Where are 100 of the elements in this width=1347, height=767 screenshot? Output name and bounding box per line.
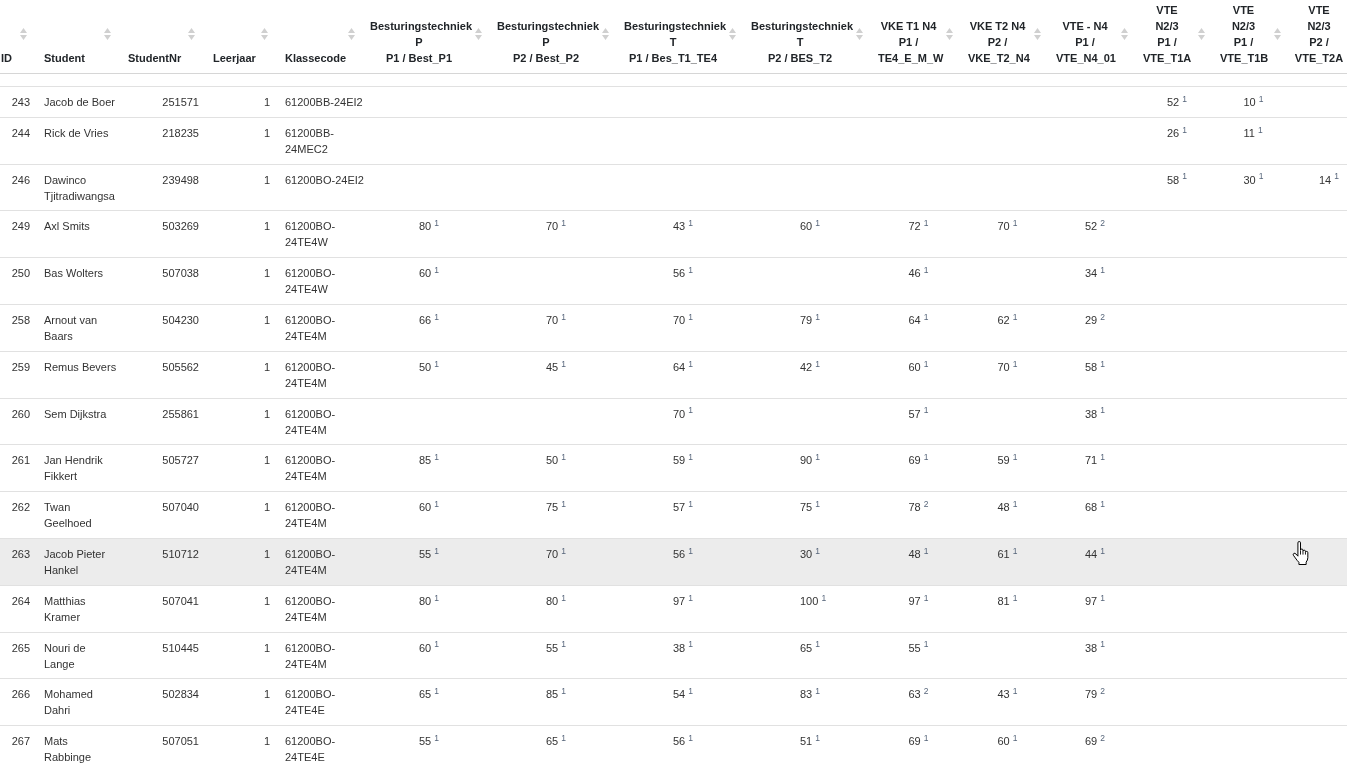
student-number: 510712	[162, 546, 199, 562]
study-year: 1	[263, 172, 270, 188]
grade-cell: 62 $^{1}$	[997, 312, 1018, 328]
sort-icon[interactable]	[602, 28, 609, 40]
study-year: 1	[263, 406, 270, 422]
student-name: Matthias Kramer	[44, 593, 87, 625]
student-name: Twan Geelhoed	[44, 500, 93, 532]
grade-cell: 65 $^{1}$	[800, 639, 821, 656]
student-number: 218235	[162, 125, 199, 141]
study-year: 1	[263, 687, 270, 703]
grade-cell: 100 $^{1}$	[800, 592, 827, 609]
row-id: 244	[11, 125, 30, 141]
grade-cell: 70 $^{1}$	[546, 545, 567, 562]
table-row[interactable]: 263 Jacob Pieter Hankel 510712 1 61200BO-24TE4M 55 $^{1}$ 70 $^{1}$ 56 $^{1}$ 30 $^{1}$ 48 $^{1}$ 61 $^{1}$ 44 $^{1}$	[0, 538, 1347, 586]
class-code: 61200BO-24TE4W	[285, 266, 337, 298]
student-number: 507041	[162, 593, 199, 609]
sort-icon[interactable]	[188, 28, 195, 40]
sort-icon[interactable]	[1034, 28, 1041, 40]
grade-cell: 57 $^{1}$	[908, 405, 929, 422]
grade-cell: 65 $^{1}$	[419, 686, 440, 703]
grade-cell: 64 $^{1}$	[908, 312, 929, 328]
grade-cell: 43 $^{1}$	[997, 686, 1018, 703]
student-name: Sem Dijkstra	[44, 406, 107, 422]
grade-cell: 79 $^{1}$	[800, 312, 821, 328]
grade-cell: 80 $^{1}$	[546, 592, 567, 609]
grade-cell: 70 $^{1}$	[997, 218, 1018, 235]
student-name: Bas Wolters	[44, 266, 104, 282]
grade-cell: 56 $^{1}$	[673, 265, 694, 282]
student-number: 507038	[162, 266, 199, 282]
student-number: 507051	[162, 734, 199, 750]
grade-cell: 58 $^{1}$	[1085, 358, 1106, 375]
grade-cell: 46 $^{1}$	[908, 265, 929, 282]
grade-cell: 71 $^{1}$	[1085, 452, 1106, 469]
study-year: 1	[263, 593, 270, 609]
student-name: Mats Rabbinge	[44, 734, 93, 766]
student-name: Jacob Pieter Hankel	[44, 546, 107, 578]
grade-cell: 57 $^{1}$	[673, 499, 694, 516]
grade-cell: 29 $^{2}$	[1085, 312, 1106, 328]
study-year: 1	[263, 266, 270, 282]
student-name: Rick de Vries	[44, 125, 109, 141]
grade-cell: 69 $^{1}$	[908, 733, 929, 750]
hand-cursor-icon	[1292, 541, 1309, 565]
grade-cell: 26 $^{1}$	[1167, 124, 1188, 141]
grade-cell: 60 $^{1}$	[419, 499, 440, 516]
grade-cell: 64 $^{1}$	[673, 358, 694, 375]
student-name: Remus Bevers	[44, 359, 117, 375]
sort-icon[interactable]	[20, 28, 27, 40]
sort-icon[interactable]	[104, 28, 111, 40]
student-number: 251571	[162, 95, 199, 110]
student-number: 507040	[162, 500, 199, 516]
grade-cell: 97 $^{1}$	[908, 592, 929, 609]
row-id: 267	[11, 734, 30, 750]
grade-cell: 97 $^{1}$	[1085, 592, 1106, 609]
sort-icon[interactable]	[1198, 28, 1205, 40]
sort-icon[interactable]	[1274, 28, 1281, 40]
study-year: 1	[263, 313, 270, 328]
row-id: 262	[11, 500, 30, 516]
grade-cell: 68 $^{1}$	[1085, 499, 1106, 516]
student-number: 502834	[162, 687, 199, 703]
sort-icon[interactable]	[946, 28, 953, 40]
class-code: 61200BB-24EI2	[285, 95, 363, 110]
student-name: Arnout van Baars	[44, 313, 99, 344]
grade-cell: 50 $^{1}$	[546, 452, 567, 469]
grade-cell: 81 $^{1}$	[997, 592, 1018, 609]
row-id: 250	[11, 266, 30, 282]
class-code: 61200BO-24TE4M	[285, 500, 337, 532]
class-code: 61200BO-24TE4M	[285, 593, 337, 625]
sort-icon[interactable]	[348, 28, 355, 40]
class-code: 61200BO-24EI2	[285, 172, 364, 188]
grade-cell: 80 $^{1}$	[419, 218, 440, 235]
grade-cell: 69 $^{2}$	[1085, 733, 1106, 750]
class-code: 61200BO-24TE4M	[285, 546, 337, 578]
student-number: 505562	[162, 359, 199, 375]
class-code: 61200BO-24TE4M	[285, 453, 337, 485]
grade-cell: 70 $^{1}$	[673, 405, 694, 422]
grade-cell: 60 $^{1}$	[419, 639, 440, 656]
sort-icon[interactable]	[729, 28, 736, 40]
sort-icon[interactable]	[261, 28, 268, 40]
study-year: 1	[263, 640, 270, 656]
grade-cell: 61 $^{1}$	[997, 545, 1018, 562]
grade-cell: 83 $^{1}$	[800, 686, 821, 703]
student-name: Dawinco Tjitradiwangsa	[44, 172, 116, 204]
grade-cell: 97 $^{1}$	[673, 592, 694, 609]
grade-cell: 38 $^{1}$	[673, 639, 694, 656]
grade-cell: 48 $^{1}$	[997, 499, 1018, 516]
study-year: 1	[263, 453, 270, 469]
study-year: 1	[263, 500, 270, 516]
grade-cell: 55 $^{1}$	[419, 545, 440, 562]
grade-cell: 56 $^{1}$	[673, 545, 694, 562]
student-name: Jacob de Boer	[44, 95, 115, 110]
sort-icon[interactable]	[1121, 28, 1128, 40]
grade-cell: 90 $^{1}$	[800, 452, 821, 469]
sort-icon[interactable]	[475, 28, 482, 40]
grade-cell: 56 $^{1}$	[673, 733, 694, 750]
student-number: 503269	[162, 219, 199, 235]
sort-icon[interactable]	[856, 28, 863, 40]
grade-cell: 14 $^{1}$	[1319, 171, 1340, 188]
student-number: 504230	[162, 313, 199, 328]
grade-cell: 30 $^{1}$	[1243, 171, 1264, 188]
grade-cell: 66 $^{1}$	[419, 312, 440, 328]
